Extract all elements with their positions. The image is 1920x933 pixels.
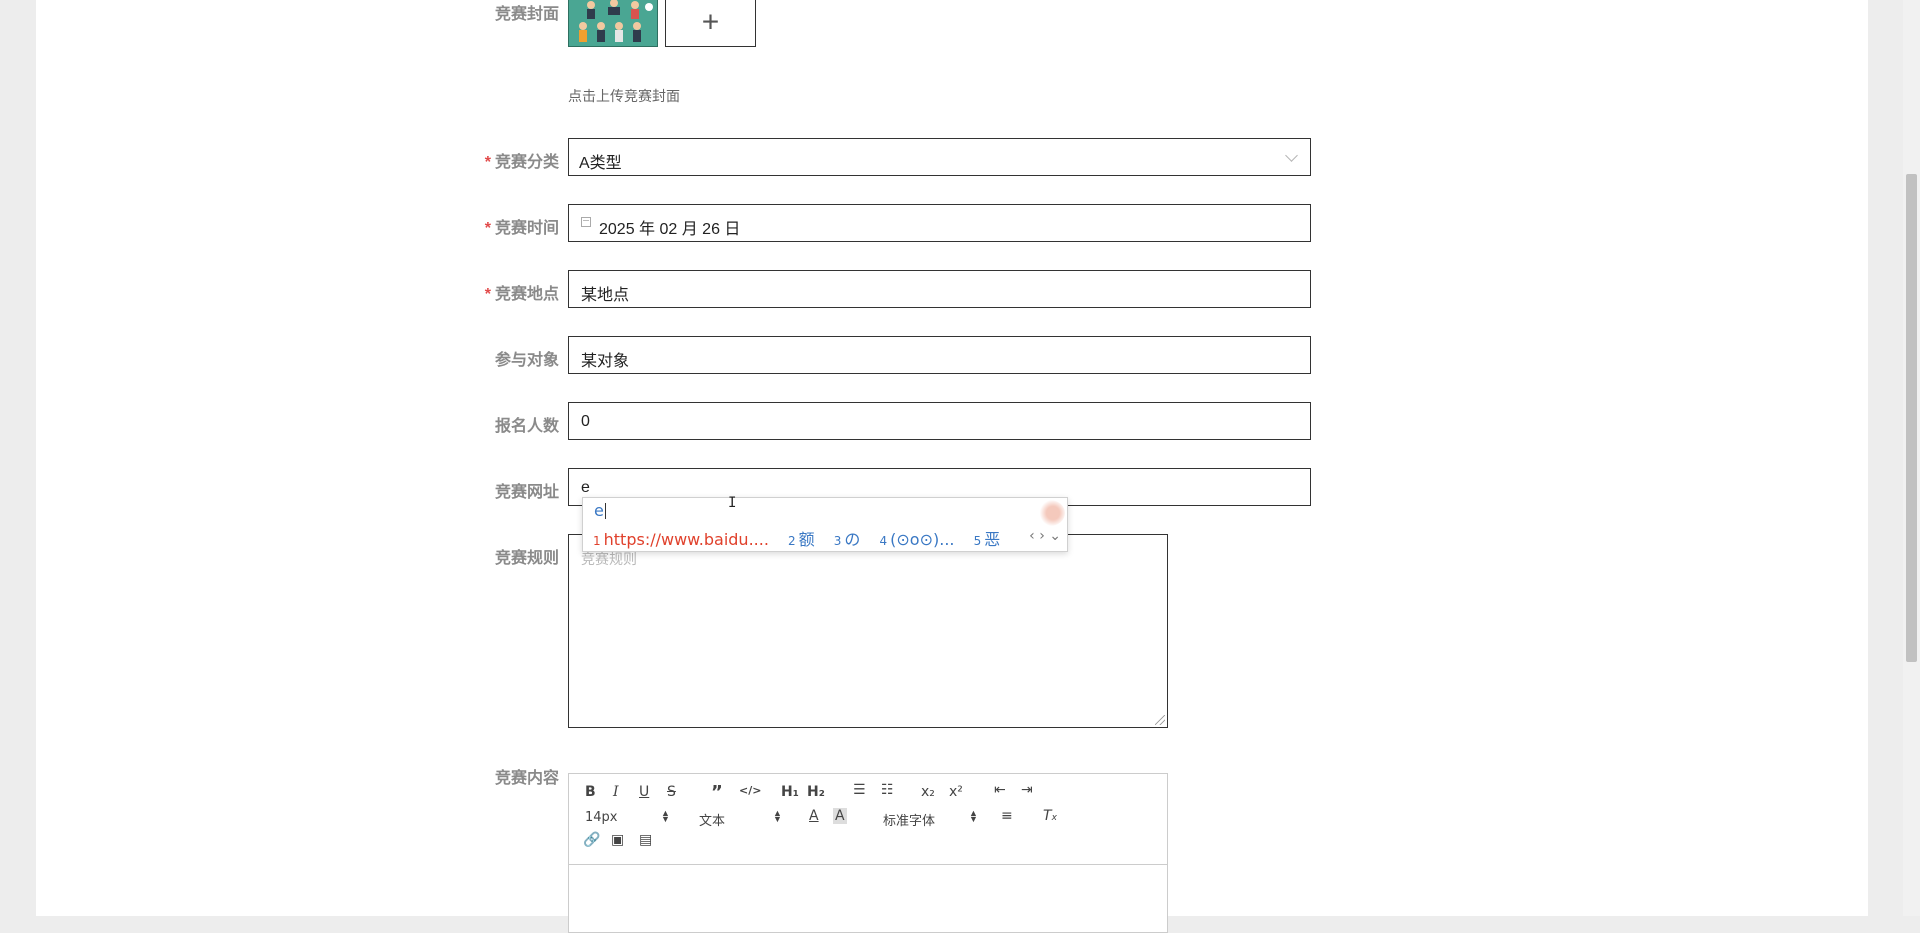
plus-icon: + xyxy=(701,4,720,38)
strikethrough-icon[interactable]: S xyxy=(667,784,676,800)
form-page: 竞赛封面 + 点击上传竞赛封面 * 竞赛分类 A类型 * 竞赛时间 2025 年 0… xyxy=(36,0,1868,933)
category-label-text: 竞赛分类 xyxy=(494,154,559,171)
select-arrows-icon: ▲ ▼ xyxy=(773,808,782,824)
font-size-select[interactable]: 14px xyxy=(585,810,618,825)
ime-candidate[interactable]: 1 https://www.baidu.... xyxy=(593,530,769,549)
video-icon[interactable]: ▤ xyxy=(639,832,652,848)
location-label: * 竞赛地点 xyxy=(339,280,559,304)
signup-count-value: 0 xyxy=(581,413,590,430)
text-cursor-icon: I xyxy=(728,495,737,511)
ime-candidate-text: https://www.baidu.... xyxy=(603,530,769,549)
font-family-select[interactable]: 标准字体 xyxy=(883,810,935,829)
ime-candidate-number: 2 xyxy=(788,534,796,548)
ime-candidate-window: e 1 https://www.baidu.... 2额 3の 4 (⊙o⊙)...… xyxy=(582,497,1068,552)
content-label-text: 竞赛内容 xyxy=(494,770,559,787)
underline-icon[interactable]: U xyxy=(639,784,649,800)
ime-candidate[interactable]: 3の xyxy=(834,526,861,550)
signup-count-label-text: 报名人数 xyxy=(494,418,559,435)
heading-1-icon[interactable]: H₁ xyxy=(781,784,799,800)
category-value: A类型 xyxy=(579,155,622,172)
cover-hint: 点击上传竞赛封面 xyxy=(568,88,680,104)
rich-text-editor[interactable]: B I U S ” </> H₁ H₂ ☰ ☷ x₂ x² ⇤ ⇥ 14px ▲… xyxy=(568,773,1168,933)
website-label: 竞赛网址 xyxy=(339,478,559,502)
image-icon[interactable]: ▣ xyxy=(611,832,624,848)
ime-candidate-text: (⊙o⊙)... xyxy=(890,530,955,549)
ime-candidate[interactable]: 2额 xyxy=(788,526,815,550)
required-mark: * xyxy=(484,220,491,237)
clear-format-icon[interactable]: Tx xyxy=(1043,808,1057,824)
cover-label: 竞赛封面 xyxy=(339,0,559,24)
participants-label-text: 参与对象 xyxy=(494,352,559,369)
bullet-list-icon[interactable]: ☷ xyxy=(881,782,894,798)
website-label-text: 竞赛网址 xyxy=(494,484,559,501)
bold-icon[interactable]: B xyxy=(585,784,596,800)
cover-thumbnail[interactable] xyxy=(568,0,658,47)
ime-candidate[interactable]: 5恶 xyxy=(974,526,1001,550)
participants-input[interactable]: 某对象 xyxy=(568,336,1311,374)
location-input[interactable]: 某地点 xyxy=(568,270,1311,308)
category-label: * 竞赛分类 xyxy=(339,148,559,172)
content-label: 竞赛内容 xyxy=(339,764,559,788)
text-color-icon[interactable]: A xyxy=(809,808,819,824)
ime-page-nav-icon[interactable]: ‹ › ⌄ xyxy=(1029,528,1061,544)
link-icon[interactable]: 🔗 xyxy=(583,832,600,848)
ime-candidate-number: 3 xyxy=(833,534,842,548)
rules-textarea[interactable]: 竞赛规则 xyxy=(568,534,1168,728)
ime-candidate-text: 额 xyxy=(798,530,815,549)
blockquote-icon[interactable]: ” xyxy=(711,782,723,803)
required-mark: * xyxy=(484,286,491,303)
participants-label: 参与对象 xyxy=(339,346,559,370)
ime-candidate[interactable]: 4 (⊙o⊙)... xyxy=(880,530,955,549)
ime-candidate-list: 1 https://www.baidu.... 2额 3の 4 (⊙o⊙)... 5… xyxy=(593,526,1014,550)
location-value: 某地点 xyxy=(581,287,630,304)
ordered-list-icon[interactable]: ☰ xyxy=(853,782,866,798)
time-label-text: 竞赛时间 xyxy=(494,220,559,237)
align-left-icon[interactable]: ≡ xyxy=(1001,808,1013,824)
signup-count-label: 报名人数 xyxy=(339,412,559,436)
ime-candidate-number: 5 xyxy=(973,534,982,548)
upload-cover-button[interactable]: + xyxy=(665,0,756,47)
time-label: * 竞赛时间 xyxy=(339,214,559,238)
scrollbar-thumb[interactable] xyxy=(1906,174,1917,662)
indent-icon[interactable]: ⇥ xyxy=(1021,782,1033,798)
category-select[interactable]: A类型 xyxy=(568,138,1311,176)
resize-handle[interactable] xyxy=(1155,715,1165,725)
ime-input-text: e xyxy=(594,501,606,520)
participants-value: 某对象 xyxy=(581,353,630,370)
chevron-down-icon xyxy=(1285,149,1298,162)
website-value: e xyxy=(581,479,590,496)
cover-illustration xyxy=(569,0,657,46)
required-mark: * xyxy=(484,154,491,171)
date-input[interactable]: 2025 年 02 月 26 日 xyxy=(568,204,1311,242)
page-scrollbar[interactable] xyxy=(1903,0,1920,916)
signup-count-input[interactable]: 0 xyxy=(568,402,1311,440)
superscript-icon[interactable]: x² xyxy=(949,784,963,800)
date-value: 2025 年 02 月 26 日 xyxy=(599,221,741,238)
select-arrows-icon: ▲ ▼ xyxy=(969,808,978,824)
ime-input-value: e xyxy=(594,501,604,520)
background-color-icon[interactable]: A xyxy=(833,808,847,824)
ime-candidate-text: 恶 xyxy=(984,530,1001,549)
subscript-icon[interactable]: x₂ xyxy=(921,784,935,800)
text-caret xyxy=(604,503,606,519)
ime-candidate-number: 4 xyxy=(879,534,888,548)
code-block-icon[interactable]: </> xyxy=(739,784,761,797)
select-arrows-icon: ▲ ▼ xyxy=(661,808,670,824)
italic-icon[interactable]: I xyxy=(613,784,619,800)
ime-skin-decoration xyxy=(1035,500,1065,526)
outdent-icon[interactable]: ⇤ xyxy=(994,782,1006,798)
ime-candidate-text: の xyxy=(844,530,861,549)
rules-label-text: 竞赛规则 xyxy=(494,550,559,567)
editor-toolbar: B I U S ” </> H₁ H₂ ☰ ☷ x₂ x² ⇤ ⇥ 14px ▲… xyxy=(569,774,1167,865)
ime-candidate-number: 1 xyxy=(593,534,601,548)
heading-select[interactable]: 文本 xyxy=(699,810,725,829)
rules-placeholder: 竞赛规则 xyxy=(581,551,637,567)
heading-2-icon[interactable]: H₂ xyxy=(807,784,825,800)
cover-label-text: 竞赛封面 xyxy=(494,6,559,23)
calendar-icon xyxy=(581,217,591,227)
location-label-text: 竞赛地点 xyxy=(494,286,559,303)
rules-label: 竞赛规则 xyxy=(339,544,559,568)
